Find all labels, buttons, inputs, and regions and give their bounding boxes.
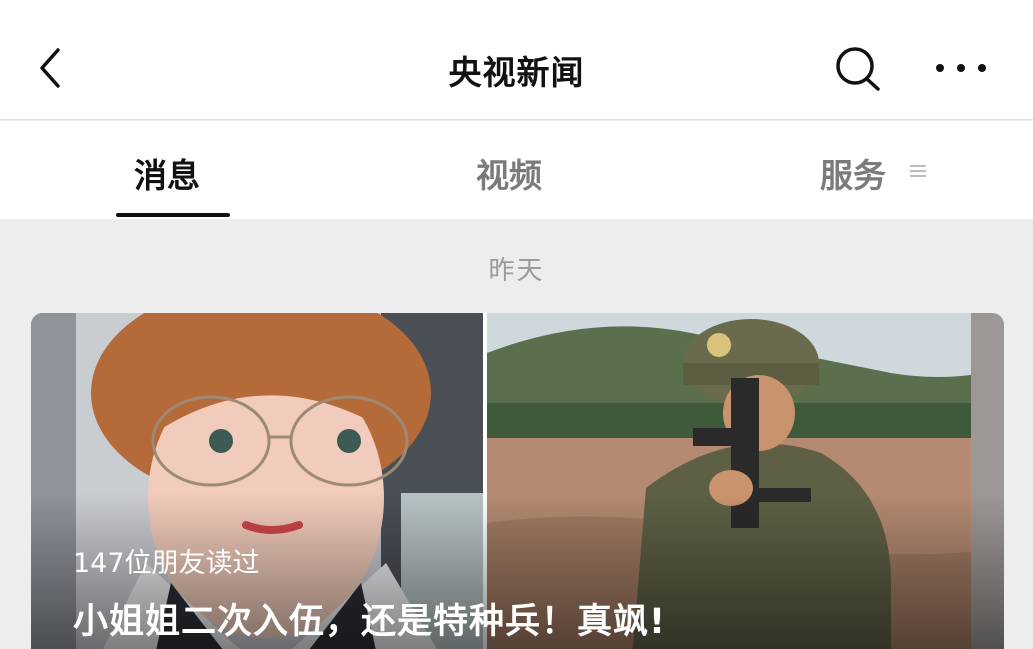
news-headline[interactable]: 小姐姐二次入伍，还是特种兵！真飒! (73, 593, 666, 644)
more-dots-icon (936, 64, 986, 72)
tab-messages[interactable]: 消息 (134, 149, 200, 197)
read-count: 147位朋友读过 (73, 548, 260, 579)
date-separator: 昨天 (488, 256, 545, 286)
menu-lines-icon (910, 165, 926, 177)
search-button[interactable] (830, 44, 886, 94)
tab-services[interactable]: 服务 (820, 149, 886, 197)
tab-videos[interactable]: 视频 (476, 149, 542, 197)
search-icon (836, 47, 880, 91)
more-button[interactable] (930, 48, 992, 88)
top-bar: 央视新闻 (0, 0, 1033, 120)
tab-bar: 消息 视频 服务 (0, 121, 1033, 219)
news-card[interactable]: 147位朋友读过 小姐姐二次入伍，还是特种兵！真飒! (31, 313, 1004, 649)
active-tab-indicator (116, 213, 230, 217)
